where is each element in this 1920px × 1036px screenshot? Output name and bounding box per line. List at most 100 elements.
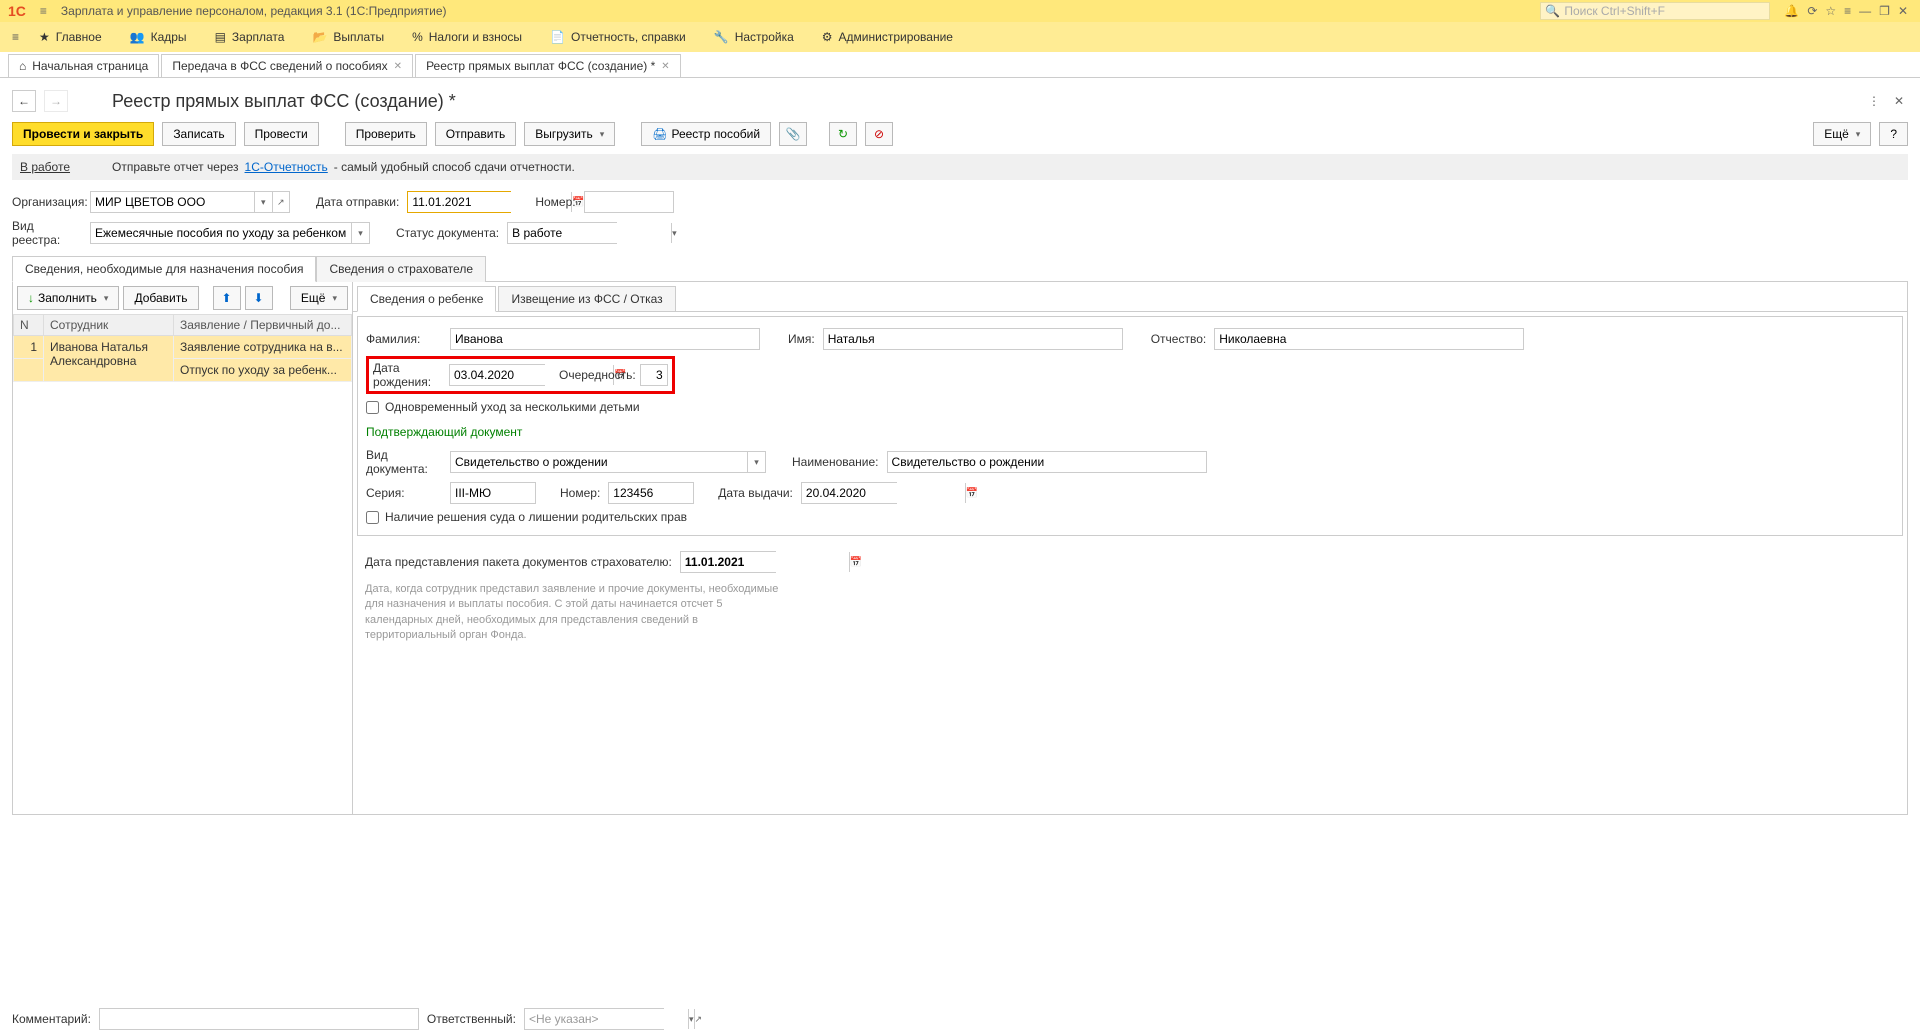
menu-cadres[interactable]: 👥Кадры [118, 26, 199, 48]
birth-label: Дата рождения: [373, 361, 445, 389]
org-input[interactable] [91, 192, 254, 212]
dropdown-icon[interactable]: ▾ [351, 223, 369, 243]
tab-fss-notice[interactable]: Извещение из ФСС / Отказ [498, 286, 675, 311]
org-label: Организация: [12, 195, 82, 209]
left-more-button[interactable]: Ещё [290, 286, 348, 310]
move-up-button[interactable]: ⬆ [213, 286, 241, 310]
comment-input[interactable] [99, 1008, 419, 1030]
tab-registry-create[interactable]: Реестр прямых выплат ФСС (создание) *✕ [415, 54, 681, 77]
dropdown-icon[interactable]: ▾ [254, 192, 272, 212]
menu-toggle-icon[interactable]: ≡ [8, 26, 23, 48]
send-date-label: Дата отправки: [316, 195, 399, 209]
nav-forward-button[interactable]: → [44, 90, 68, 112]
issue-date-input[interactable]: 📅 [801, 482, 897, 504]
onec-report-link[interactable]: 1С-Отчетность [245, 160, 328, 174]
post-button[interactable]: Провести [244, 122, 319, 146]
birth-date-input[interactable]: 📅 [449, 364, 545, 386]
help-button[interactable]: ? [1879, 122, 1908, 146]
employee-table[interactable]: N Сотрудник Заявление / Первичный до... … [13, 314, 352, 814]
menu-settings[interactable]: 🔧Настройка [702, 26, 806, 48]
menu-salary[interactable]: ▤Зарплата [203, 26, 297, 48]
order-input[interactable] [640, 364, 668, 386]
left-toolbar: ↓Заполнить Добавить ⬆ ⬇ Ещё [13, 282, 352, 314]
star-icon[interactable]: ☆ [1825, 4, 1836, 18]
status-link[interactable]: В работе [20, 160, 70, 174]
hamburger-icon[interactable]: ≡ [36, 2, 51, 20]
dropdown-icon[interactable]: ▾ [747, 452, 765, 472]
registry-button[interactable]: 🖨Реестр пособий [641, 122, 771, 146]
panels-icon[interactable]: ≡ [1844, 4, 1851, 18]
logo-1c: 1C [4, 3, 30, 19]
number-input[interactable] [584, 191, 674, 213]
fill-button[interactable]: ↓Заполнить [17, 286, 119, 310]
row-org: Организация: ▾ ↗ Дата отправки: 📅 Номер: [12, 188, 1908, 216]
bell-icon[interactable]: 🔔 [1784, 4, 1799, 18]
tab-close-icon[interactable]: ✕ [394, 61, 402, 72]
add-button[interactable]: Добавить [123, 286, 198, 310]
close-icon[interactable]: ✕ [1898, 4, 1908, 18]
menu-admin[interactable]: ⚙Администрирование [810, 26, 965, 48]
reestr-type-select[interactable]: ▾ [90, 222, 370, 244]
surname-input[interactable] [450, 328, 760, 350]
open-icon[interactable]: ↗ [694, 1009, 703, 1029]
tab-fss-transfer[interactable]: Передача в ФСС сведений о пособиях✕ [161, 54, 413, 77]
status-select[interactable]: ▾ [507, 222, 617, 244]
save-button[interactable]: Записать [162, 122, 235, 146]
doc-type-select[interactable]: ▾ [450, 451, 766, 473]
menu-payments[interactable]: 📂Выплаты [300, 26, 396, 48]
col-n[interactable]: N [14, 315, 44, 336]
responsible-select[interactable]: ▾ ↗ [524, 1008, 664, 1030]
nav-back-button[interactable]: ← [12, 90, 36, 112]
patronymic-input[interactable] [1214, 328, 1524, 350]
restore-icon[interactable]: ❐ [1879, 4, 1890, 18]
org-select[interactable]: ▾ ↗ [90, 191, 290, 213]
inner-tabs: Сведения, необходимые для назначения пос… [12, 256, 1908, 282]
tab-child-info[interactable]: Сведения о ребенке [357, 286, 496, 312]
col-application[interactable]: Заявление / Первичный до... [174, 315, 352, 336]
refresh-icon: ↻ [838, 127, 848, 141]
table-row[interactable]: 1 Иванова Наталья Александровна Заявлени… [14, 336, 352, 359]
history-icon[interactable]: ⟳ [1807, 4, 1817, 18]
page-close-icon[interactable]: ✕ [1890, 90, 1908, 112]
post-close-button[interactable]: Провести и закрыть [12, 122, 154, 146]
attach-button[interactable]: 📎 [779, 122, 807, 146]
tab-home[interactable]: ⌂Начальная страница [8, 54, 159, 77]
search-placeholder: Поиск Ctrl+Shift+F [1564, 4, 1665, 18]
menu-taxes[interactable]: %Налоги и взносы [400, 26, 534, 48]
menu-main[interactable]: ★Главное [27, 26, 114, 48]
split-panel: ↓Заполнить Добавить ⬆ ⬇ Ещё N Сотрудник … [12, 281, 1908, 815]
submit-date-input[interactable]: 📅 [680, 551, 776, 573]
refresh-button[interactable]: ↻ [829, 122, 857, 146]
kebab-icon[interactable]: ⋮ [1864, 90, 1884, 112]
search-input[interactable]: 🔍 Поиск Ctrl+Shift+F [1540, 2, 1770, 20]
open-icon[interactable]: ↗ [272, 192, 290, 212]
tab-assignment-info[interactable]: Сведения, необходимые для назначения пос… [12, 256, 316, 282]
arrow-up-icon: ⬆ [221, 291, 231, 305]
tab-insurer-info[interactable]: Сведения о страхователе [316, 256, 486, 282]
calendar-icon[interactable]: 📅 [849, 552, 862, 572]
send-date-input[interactable]: 📅 [407, 191, 511, 213]
multi-care-checkbox[interactable]: Одновременный уход за несколькими детьми [366, 400, 640, 414]
doc-number-input[interactable] [608, 482, 694, 504]
move-down-button[interactable]: ⬇ [245, 286, 273, 310]
dropdown-icon[interactable]: ▾ [671, 223, 677, 243]
series-input[interactable] [450, 482, 536, 504]
toolbar: Провести и закрыть Записать Провести Про… [12, 122, 1908, 154]
court-checkbox[interactable]: Наличие решения суда о лишении родительс… [366, 510, 687, 524]
help-text: Дата, когда сотрудник представил заявлен… [365, 582, 785, 644]
cancel-button[interactable]: ⊘ [865, 122, 893, 146]
tab-close-icon[interactable]: ✕ [661, 61, 669, 72]
minimize-icon[interactable]: — [1859, 4, 1871, 18]
more-button[interactable]: Ещё [1813, 122, 1871, 146]
reestr-type-label: Вид реестра: [12, 219, 82, 247]
doc-name-input[interactable] [887, 451, 1207, 473]
status-label: Статус документа: [396, 226, 499, 240]
send-button[interactable]: Отправить [435, 122, 517, 146]
col-employee[interactable]: Сотрудник [44, 315, 174, 336]
check-button[interactable]: Проверить [345, 122, 427, 146]
upload-button[interactable]: Выгрузить [524, 122, 615, 146]
star-filled-icon: ★ [39, 30, 50, 44]
name-input[interactable] [823, 328, 1123, 350]
calendar-icon[interactable]: 📅 [965, 483, 978, 503]
menu-reports[interactable]: 📄Отчетность, справки [538, 26, 698, 48]
